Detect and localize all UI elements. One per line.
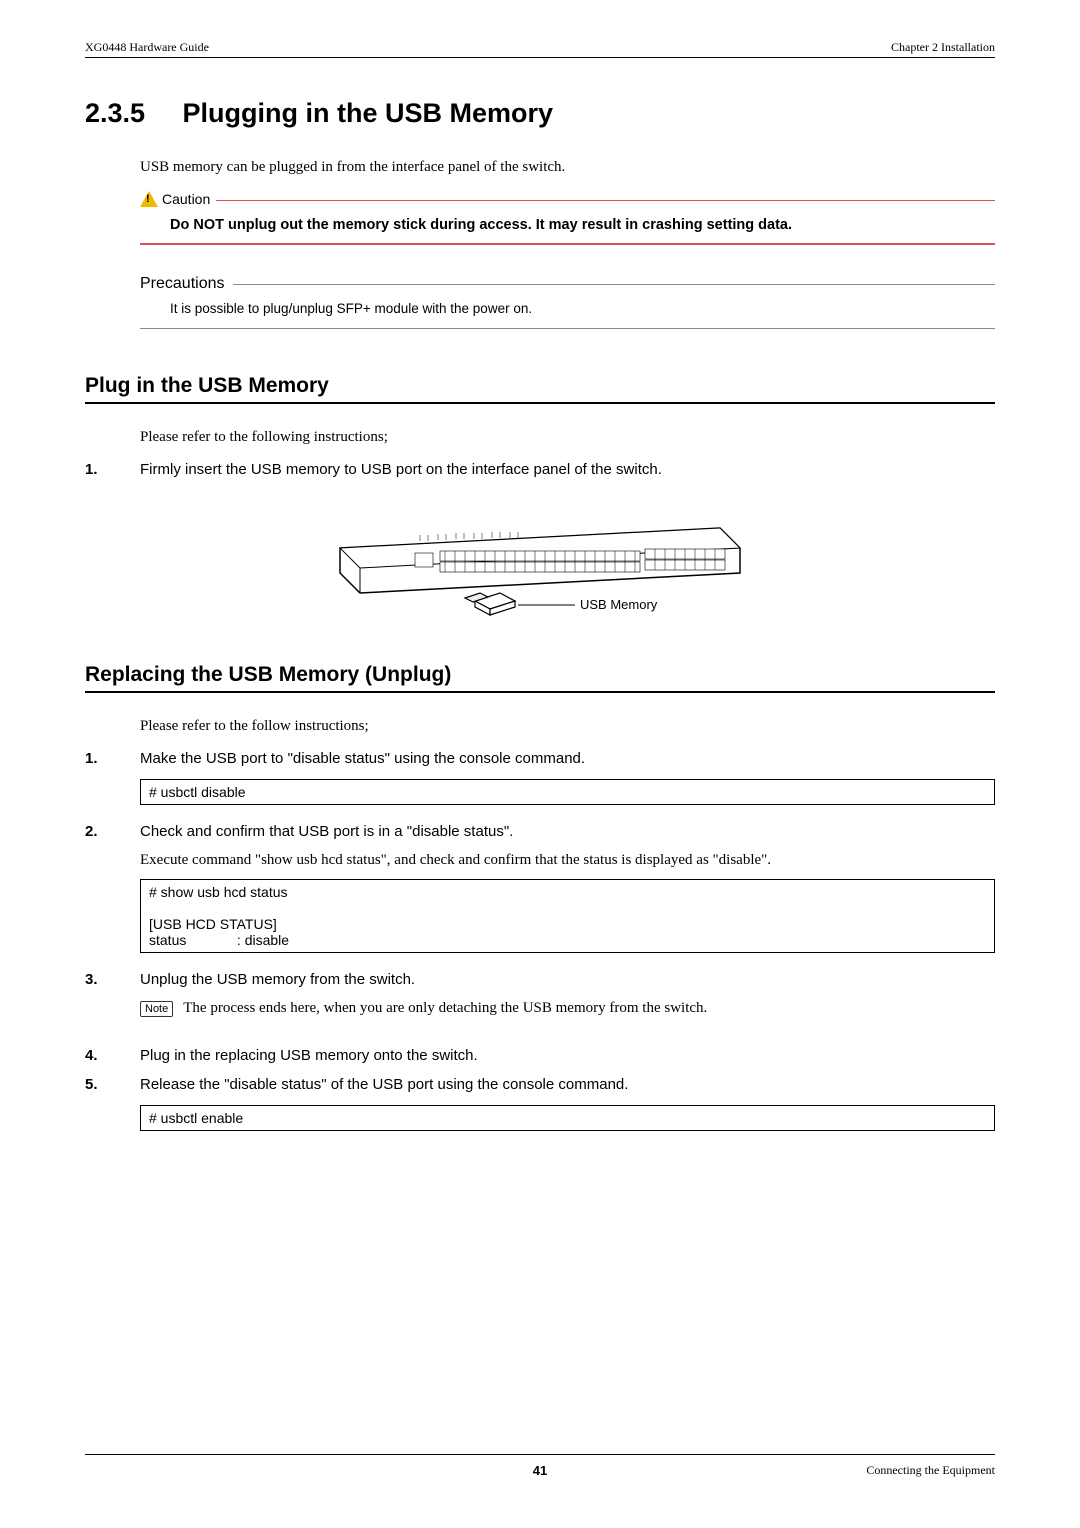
subsection-replace-intro: Please refer to the follow instructions;: [140, 718, 995, 735]
replace-step-3: 3. Unplug the USB memory from the switch…: [85, 971, 995, 988]
replace-step-2: 2. Check and confirm that USB port is in…: [85, 823, 995, 840]
replace-step-2-sub: Execute command "show usb hcd status", a…: [140, 852, 995, 869]
page-header: XG0448 Hardware Guide Chapter 2 Installa…: [85, 40, 995, 58]
code-usbctl-disable: # usbctl disable: [140, 779, 995, 805]
precautions-divider: [233, 284, 996, 285]
step-text: Unplug the USB memory from the switch.: [140, 971, 415, 988]
replace-step-4: 4. Plug in the replacing USB memory onto…: [85, 1047, 995, 1064]
step-number: 3.: [85, 971, 140, 988]
page-number: 41: [533, 1463, 547, 1478]
precautions-label: Precautions: [140, 275, 225, 293]
footer-section: Connecting the Equipment: [866, 1463, 995, 1478]
step-number: 2.: [85, 823, 140, 840]
plug-step-1: 1. Firmly insert the USB memory to USB p…: [85, 461, 995, 478]
note-icon: Note: [140, 1001, 173, 1017]
caution-icon: [140, 191, 158, 207]
code-usbctl-enable: # usbctl enable: [140, 1105, 995, 1131]
section-intro: USB memory can be plugged in from the in…: [140, 159, 995, 176]
switch-illustration: USB Memory: [320, 493, 760, 623]
caution-box: Caution Do NOT unplug out the memory sti…: [140, 191, 995, 245]
caution-label: Caution: [162, 191, 210, 207]
subsection-plug-intro: Please refer to the following instructio…: [140, 429, 995, 446]
step-number: 4.: [85, 1047, 140, 1064]
subsection-replace-title: Replacing the USB Memory (Unplug): [85, 663, 995, 693]
step-text: Make the USB port to "disable status" us…: [140, 750, 585, 767]
replace-step-1: 1. Make the USB port to "disable status"…: [85, 750, 995, 767]
section-number: 2.3.5: [85, 98, 175, 129]
switch-figure: USB Memory: [85, 493, 995, 628]
subsection-plug-title: Plug in the USB Memory: [85, 374, 995, 404]
step-text: Firmly insert the USB memory to USB port…: [140, 461, 662, 478]
step-number: 1.: [85, 750, 140, 767]
code-show-usb-status: # show usb hcd status [USB HCD STATUS] s…: [140, 879, 995, 953]
section-title: 2.3.5 Plugging in the USB Memory: [85, 98, 995, 129]
header-left: XG0448 Hardware Guide: [85, 40, 209, 55]
figure-usb-label: USB Memory: [580, 597, 658, 612]
step-text: Release the "disable status" of the USB …: [140, 1076, 628, 1093]
page-footer: 41 Connecting the Equipment: [85, 1454, 995, 1478]
precautions-text: It is possible to plug/unplug SFP+ modul…: [140, 293, 995, 329]
caution-divider: [216, 200, 995, 201]
precautions-box: Precautions It is possible to plug/unplu…: [140, 275, 995, 329]
replace-step-5: 5. Release the "disable status" of the U…: [85, 1076, 995, 1093]
caution-text: Do NOT unplug out the memory stick durin…: [140, 207, 995, 245]
step-text: Check and confirm that USB port is in a …: [140, 823, 513, 840]
note-row: Note The process ends here, when you are…: [140, 1000, 995, 1017]
step-number: 5.: [85, 1076, 140, 1093]
header-right: Chapter 2 Installation: [891, 40, 995, 55]
note-text: The process ends here, when you are only…: [183, 1000, 707, 1017]
step-number: 1.: [85, 461, 140, 478]
section-title-text: Plugging in the USB Memory: [183, 98, 554, 128]
step-text: Plug in the replacing USB memory onto th…: [140, 1047, 478, 1064]
